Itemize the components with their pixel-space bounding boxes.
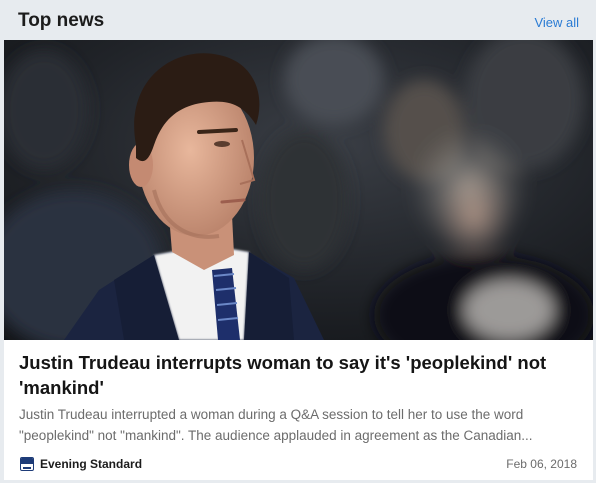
article-photo-image [4,40,593,340]
module-title: Top news [18,10,105,31]
view-all-link[interactable]: View all [534,15,579,30]
module-header: Top news View all [0,0,596,40]
article-date: Feb 06, 2018 [506,457,577,471]
article-summary: Justin Trudeau interrupted a woman durin… [19,407,533,443]
top-news-module: Top news View all Justin Trudeau interru… [0,0,596,483]
article-photo[interactable] [4,40,593,340]
source-name: Evening Standard [40,457,143,471]
article-headline[interactable]: Justin Trudeau interrupts woman to say i… [19,350,579,400]
news-card[interactable]: Justin Trudeau interrupts woman to say i… [4,40,593,480]
evening-standard-logo-icon [20,457,34,471]
article-source: Evening Standard [20,455,142,473]
